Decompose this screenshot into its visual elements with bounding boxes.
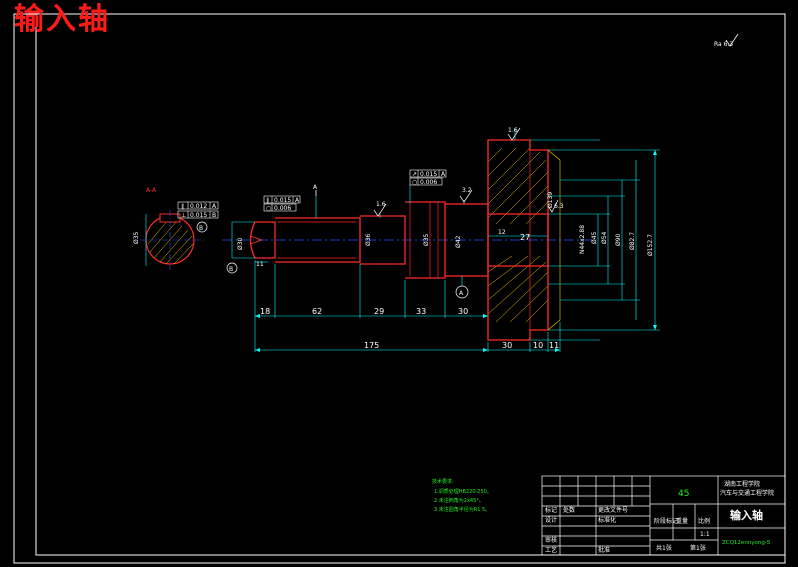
tolerance-frame-6: ○ 0.006 <box>409 177 443 186</box>
svg-text:0.015: 0.015 <box>274 197 291 204</box>
dim-bore2: 27 <box>520 233 530 242</box>
diam-seat: Ø35 <box>423 233 430 246</box>
tf2-sym: ⊥ <box>181 212 186 219</box>
svg-text:○: ○ <box>266 205 271 212</box>
diam-spline: N44x2.88 <box>579 225 586 254</box>
drawing-canvas: Ra 6.3 A-A Ø35 B ∥ 0.012 A ⊥ 0.015 B 18 … <box>13 13 786 564</box>
svg-text:6.3: 6.3 <box>554 203 564 210</box>
tolerance-frame-2: ⊥ 0.015 B <box>177 210 219 219</box>
tb-scale: 比例 <box>698 517 710 525</box>
tolerance-frame-4: ○ 0.006 <box>263 203 297 212</box>
dim-b2: 10 <box>533 341 543 350</box>
dim-h4: 33 <box>416 307 426 316</box>
tb-stage: 阶段标记 <box>654 517 678 525</box>
svg-text:○: ○ <box>412 179 417 186</box>
tf1-val: 0.012 <box>190 203 207 210</box>
datum-b-label: B <box>199 225 203 232</box>
diam-r9: Ø139 <box>547 192 554 208</box>
svg-text:A: A <box>313 184 318 191</box>
gear-hatch <box>487 147 549 323</box>
technical-notes: 技术要求: 1.调质处理HB220-250。 2.未注倒角为2x45°。 3.未… <box>432 478 492 513</box>
diam-step: Ø36 <box>365 233 372 246</box>
datum-a: A <box>455 285 469 299</box>
svg-text:∥: ∥ <box>266 197 269 204</box>
tb-scale-value: 1:1 <box>700 531 710 538</box>
tf2-ref: B <box>212 212 216 219</box>
note-3: 3.未注圆角半径为R1.5。 <box>434 506 490 513</box>
tb-sheet: 第1张 <box>690 544 706 552</box>
dim-b3: 11 <box>549 341 559 350</box>
notes-heading: 技术要求: <box>432 478 454 485</box>
tb-designed: 设计 <box>545 516 557 524</box>
title-block-part-name: 输入轴 <box>730 508 763 522</box>
roughness-note-text: Ra 6.3 <box>714 41 733 48</box>
outer-border <box>13 13 786 564</box>
tb-weight: 重量 <box>676 517 688 525</box>
tb-sheets: 共1张 <box>656 544 672 552</box>
diam-root: Ø82.7 <box>629 232 636 250</box>
dim-bore1: 12 <box>498 229 506 236</box>
tb-approve: 批准 <box>598 546 610 554</box>
tb-checked: 审核 <box>545 536 557 544</box>
svg-text:0.015: 0.015 <box>420 171 437 178</box>
global-roughness-note: Ra 6.3 <box>714 33 739 48</box>
inner-border <box>35 13 786 556</box>
datum-b: B <box>226 262 238 274</box>
title-block-dept: 汽车与交通工程学院 <box>720 489 774 497</box>
section-label: A-A <box>146 187 157 194</box>
svg-text:0.006: 0.006 <box>420 179 437 186</box>
svg-text:↗: ↗ <box>412 171 417 178</box>
tolerance-frame-3: ∥ 0.015 A <box>263 195 301 204</box>
svg-text:A: A <box>459 290 464 297</box>
tb-count: 处数 <box>563 506 575 514</box>
roughness-mark-3: 1.6 <box>507 127 521 141</box>
dim-h2: 62 <box>312 307 322 316</box>
section-diameter: Ø35 <box>133 231 140 244</box>
roughness-mark-1: 1.6 <box>373 201 387 217</box>
roughness-mark-2: 3.2 <box>459 187 473 203</box>
diam-tip: Ø152.7 <box>647 234 654 256</box>
svg-text:3.2: 3.2 <box>462 187 472 194</box>
dim-h3: 29 <box>374 307 384 316</box>
title-block-drawing-no: ZCQ12ennyong-5 <box>722 540 771 546</box>
svg-text:1.6: 1.6 <box>376 201 386 208</box>
diam-web: Ø90 <box>615 233 622 246</box>
svg-text:0.006: 0.006 <box>274 205 291 212</box>
diam-hub: Ø54 <box>601 231 608 244</box>
drawing-title: 输入轴 <box>14 2 110 37</box>
tb-mark: 标记 <box>545 506 557 514</box>
title-block-material: 45 <box>678 489 689 499</box>
diam-journal: Ø30 <box>237 237 244 250</box>
section-view-a-a: A-A Ø35 B ∥ 0.012 A ⊥ 0.015 B <box>133 187 219 270</box>
diam-bore: Ø45 <box>591 231 598 244</box>
tf1-sym: ∥ <box>181 203 184 210</box>
tb-change: 更改文件号 <box>598 506 628 514</box>
diam-shoulder: Ø42 <box>455 235 462 248</box>
dim-total: 175 <box>364 341 379 350</box>
dim-h1: 18 <box>260 307 270 316</box>
tolerance-frame-1: ∥ 0.012 A <box>177 201 219 210</box>
dim-h5: 30 <box>458 307 468 316</box>
svg-text:1.6: 1.6 <box>508 127 518 134</box>
note-2: 2.未注倒角为2x45°。 <box>434 497 484 504</box>
section-cut-marker-top: A <box>313 184 318 196</box>
tolerance-frame-5: ↗ 0.015 A <box>409 169 447 178</box>
note-1: 1.调质处理HB220-250。 <box>434 488 492 495</box>
tb-process: 工艺 <box>545 546 557 554</box>
dim-keyway: 11 <box>256 261 264 268</box>
title-block-school: 湖南工程学院 <box>724 480 760 488</box>
svg-text:B: B <box>229 266 233 273</box>
tb-standard: 标准化 <box>598 516 616 524</box>
dim-b1: 30 <box>502 341 512 350</box>
tf2-val: 0.015 <box>190 212 207 219</box>
